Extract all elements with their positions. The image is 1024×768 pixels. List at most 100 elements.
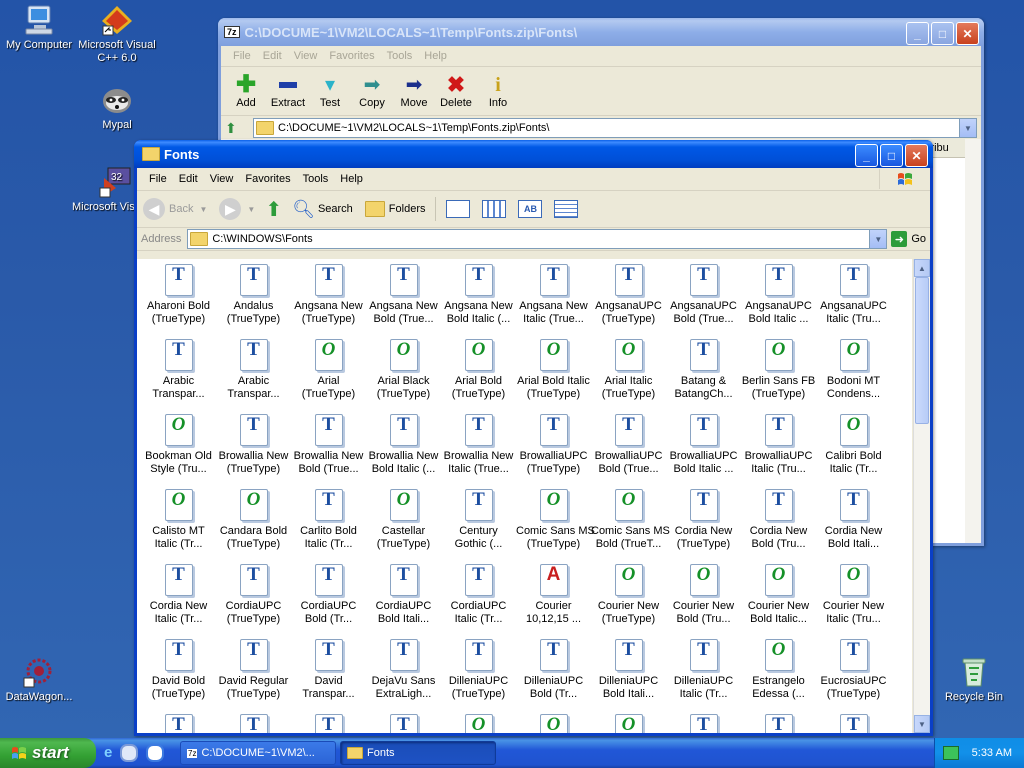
font-item[interactable]: T CordiaUPC Italic (Tr... bbox=[441, 561, 516, 636]
chevron-down-icon[interactable]: ▼ bbox=[959, 119, 976, 137]
font-item[interactable]: T Century Gothic (... bbox=[441, 486, 516, 561]
back-button[interactable]: ◀ Back ▼ bbox=[143, 198, 207, 220]
font-item[interactable]: O Berlin Sans FB (TrueType) bbox=[741, 336, 816, 411]
font-item[interactable]: O Courier New Bold Italic... bbox=[741, 561, 816, 636]
desktop-icon-datawagon[interactable]: DataWagon... bbox=[0, 656, 84, 704]
internet-explorer-icon[interactable]: e bbox=[104, 744, 112, 762]
font-item[interactable]: T bbox=[666, 711, 741, 733]
extract-button[interactable]: Extract bbox=[267, 73, 309, 109]
font-item[interactable]: O Arial Bold (TrueType) bbox=[441, 336, 516, 411]
list-view-icon[interactable] bbox=[482, 200, 507, 218]
fonts-window[interactable]: Fonts _ □ ✕ File Edit View Favorites Too… bbox=[134, 140, 933, 736]
fonts-window-titlebar[interactable]: Fonts _ □ ✕ bbox=[134, 140, 933, 168]
font-item[interactable]: T bbox=[216, 711, 291, 733]
font-item[interactable]: O Castellar (TrueType) bbox=[366, 486, 441, 561]
font-item[interactable]: T David Regular (TrueType) bbox=[216, 636, 291, 711]
chevron-down-icon[interactable]: ▼ bbox=[199, 205, 207, 214]
font-item[interactable]: T Cordia New Italic (Tr... bbox=[141, 561, 216, 636]
font-item[interactable]: T Arabic Transpar... bbox=[216, 336, 291, 411]
font-item[interactable]: T bbox=[366, 711, 441, 733]
up-folder-icon[interactable]: ⬆ bbox=[225, 120, 253, 137]
font-item[interactable]: T Browallia New Bold Italic (... bbox=[366, 411, 441, 486]
font-item[interactable]: O bbox=[591, 711, 666, 733]
menu-view[interactable]: View bbox=[288, 50, 324, 62]
font-item[interactable]: T Angsana New Italic (True... bbox=[516, 261, 591, 336]
zip-scrollbar[interactable] bbox=[965, 139, 981, 543]
folders-button[interactable]: Folders bbox=[364, 201, 425, 217]
fonts-scrollbar[interactable]: ▲ ▼ bbox=[913, 259, 930, 733]
font-item[interactable]: T Angsana New Bold (True... bbox=[366, 261, 441, 336]
menu-view[interactable]: View bbox=[204, 173, 240, 185]
font-item[interactable]: T Cordia New Bold (Tru... bbox=[741, 486, 816, 561]
font-item[interactable]: O Comic Sans MS Bold (TrueT... bbox=[591, 486, 670, 561]
font-item[interactable]: O bbox=[441, 711, 516, 733]
font-item[interactable]: O bbox=[516, 711, 591, 733]
font-item[interactable]: T DilleniaUPC Bold Itali... bbox=[591, 636, 666, 711]
minimize-button[interactable]: _ bbox=[855, 144, 878, 167]
font-item[interactable]: T AngsanaUPC Bold Italic ... bbox=[741, 261, 816, 336]
menu-tools[interactable]: Tools bbox=[381, 50, 419, 62]
menu-tools[interactable]: Tools bbox=[297, 173, 335, 185]
font-item[interactable]: O Estrangelo Edessa (... bbox=[741, 636, 816, 711]
font-item[interactable]: T CordiaUPC Bold Itali... bbox=[366, 561, 441, 636]
start-button[interactable]: start bbox=[0, 738, 96, 768]
desktop-icon-visual-basic[interactable]: 32 Microsoft Visual Basic 6. bbox=[72, 166, 134, 214]
menu-help[interactable]: Help bbox=[334, 173, 369, 185]
test-button[interactable]: ▾ Test bbox=[309, 73, 351, 109]
menu-file[interactable]: File bbox=[227, 50, 257, 62]
font-item[interactable]: T Browallia New (TrueType) bbox=[216, 411, 291, 486]
scroll-thumb[interactable] bbox=[915, 277, 929, 424]
move-button[interactable]: ➡ Move bbox=[393, 73, 435, 109]
zip-window-titlebar[interactable]: 7z C:\DOCUME~1\VM2\LOCALS~1\Temp\Fonts.z… bbox=[218, 18, 984, 46]
add-button[interactable]: ✚ Add bbox=[225, 73, 267, 110]
font-item[interactable]: T DilleniaUPC Italic (Tr... bbox=[666, 636, 741, 711]
font-item[interactable]: O Courier New Bold (Tru... bbox=[666, 561, 741, 636]
font-item[interactable]: T Carlito Bold Italic (Tr... bbox=[291, 486, 366, 561]
font-item[interactable]: T BrowalliaUPC (TrueType) bbox=[516, 411, 591, 486]
fonts-list[interactable]: T Aharoni Bold (TrueType) T Andalus (TrueType… bbox=[137, 259, 912, 733]
font-item[interactable]: T Aharoni Bold (TrueType) bbox=[141, 261, 216, 336]
scroll-down-arrow-icon[interactable]: ▼ bbox=[914, 715, 930, 733]
font-item[interactable]: T AngsanaUPC Bold (True... bbox=[666, 261, 741, 336]
font-item[interactable]: T DilleniaUPC (TrueType) bbox=[441, 636, 516, 711]
font-item[interactable]: T bbox=[741, 711, 816, 733]
font-item[interactable]: O Arial Bold Italic (TrueType) bbox=[516, 336, 591, 411]
menu-help[interactable]: Help bbox=[418, 50, 453, 62]
font-item[interactable]: T Browallia New Bold (True... bbox=[291, 411, 366, 486]
media-player-icon[interactable] bbox=[146, 744, 165, 762]
font-item[interactable]: T bbox=[816, 711, 891, 733]
font-item[interactable]: O Arial (TrueType) bbox=[291, 336, 366, 411]
font-item[interactable]: O Calibri Bold Italic (Tr... bbox=[816, 411, 891, 486]
chevron-down-icon[interactable]: ▼ bbox=[869, 230, 887, 248]
font-item[interactable]: T CordiaUPC (TrueType) bbox=[216, 561, 291, 636]
details-view-icon[interactable] bbox=[554, 200, 579, 218]
font-item[interactable]: T DejaVu Sans ExtraLigh... bbox=[366, 636, 441, 711]
zip-address-input[interactable]: C:\DOCUME~1\VM2\LOCALS~1\Temp\Fonts.zip\… bbox=[253, 118, 977, 138]
copy-button[interactable]: ➡ Copy bbox=[351, 73, 393, 109]
font-item[interactable]: O Bodoni MT Condens... bbox=[816, 336, 891, 411]
font-item[interactable]: O Comic Sans MS (TrueType) bbox=[516, 486, 595, 561]
address-input[interactable]: C:\WINDOWS\Fonts ▼ bbox=[187, 229, 888, 249]
menu-edit[interactable]: Edit bbox=[173, 173, 204, 185]
desktop-icon-recycle-bin[interactable]: Recycle Bin bbox=[929, 656, 1019, 704]
font-item[interactable]: T bbox=[141, 711, 216, 733]
large-icons-view-icon[interactable] bbox=[446, 200, 471, 218]
close-button[interactable]: ✕ bbox=[905, 144, 928, 167]
maximize-button[interactable]: □ bbox=[931, 22, 954, 45]
font-item[interactable]: T EucrosiaUPC (TrueType) bbox=[816, 636, 891, 711]
taskbar-item-fonts[interactable]: Fonts bbox=[340, 741, 496, 765]
font-item[interactable]: T David Transpar... bbox=[291, 636, 366, 711]
up-folder-icon[interactable]: ⬆ bbox=[265, 197, 282, 222]
similarity-view-icon[interactable]: AB bbox=[518, 200, 543, 218]
font-item[interactable]: T DilleniaUPC Bold (Tr... bbox=[516, 636, 591, 711]
font-item[interactable]: T Angsana New (TrueType) bbox=[291, 261, 366, 336]
scroll-up-arrow-icon[interactable]: ▲ bbox=[914, 259, 930, 277]
search-button[interactable]: 🔍︎ Search bbox=[292, 199, 353, 220]
font-item[interactable]: T BrowalliaUPC Italic (Tru... bbox=[741, 411, 816, 486]
info-button[interactable]: i Info bbox=[477, 73, 519, 109]
network-icon[interactable] bbox=[943, 746, 959, 760]
font-item[interactable]: T Batang & BatangCh... bbox=[666, 336, 741, 411]
taskbar-item-7zip[interactable]: 7z C:\DOCUME~1\VM2\... bbox=[180, 741, 336, 765]
font-item[interactable]: T CordiaUPC Bold (Tr... bbox=[291, 561, 366, 636]
font-item[interactable]: T Arabic Transpar... bbox=[141, 336, 216, 411]
